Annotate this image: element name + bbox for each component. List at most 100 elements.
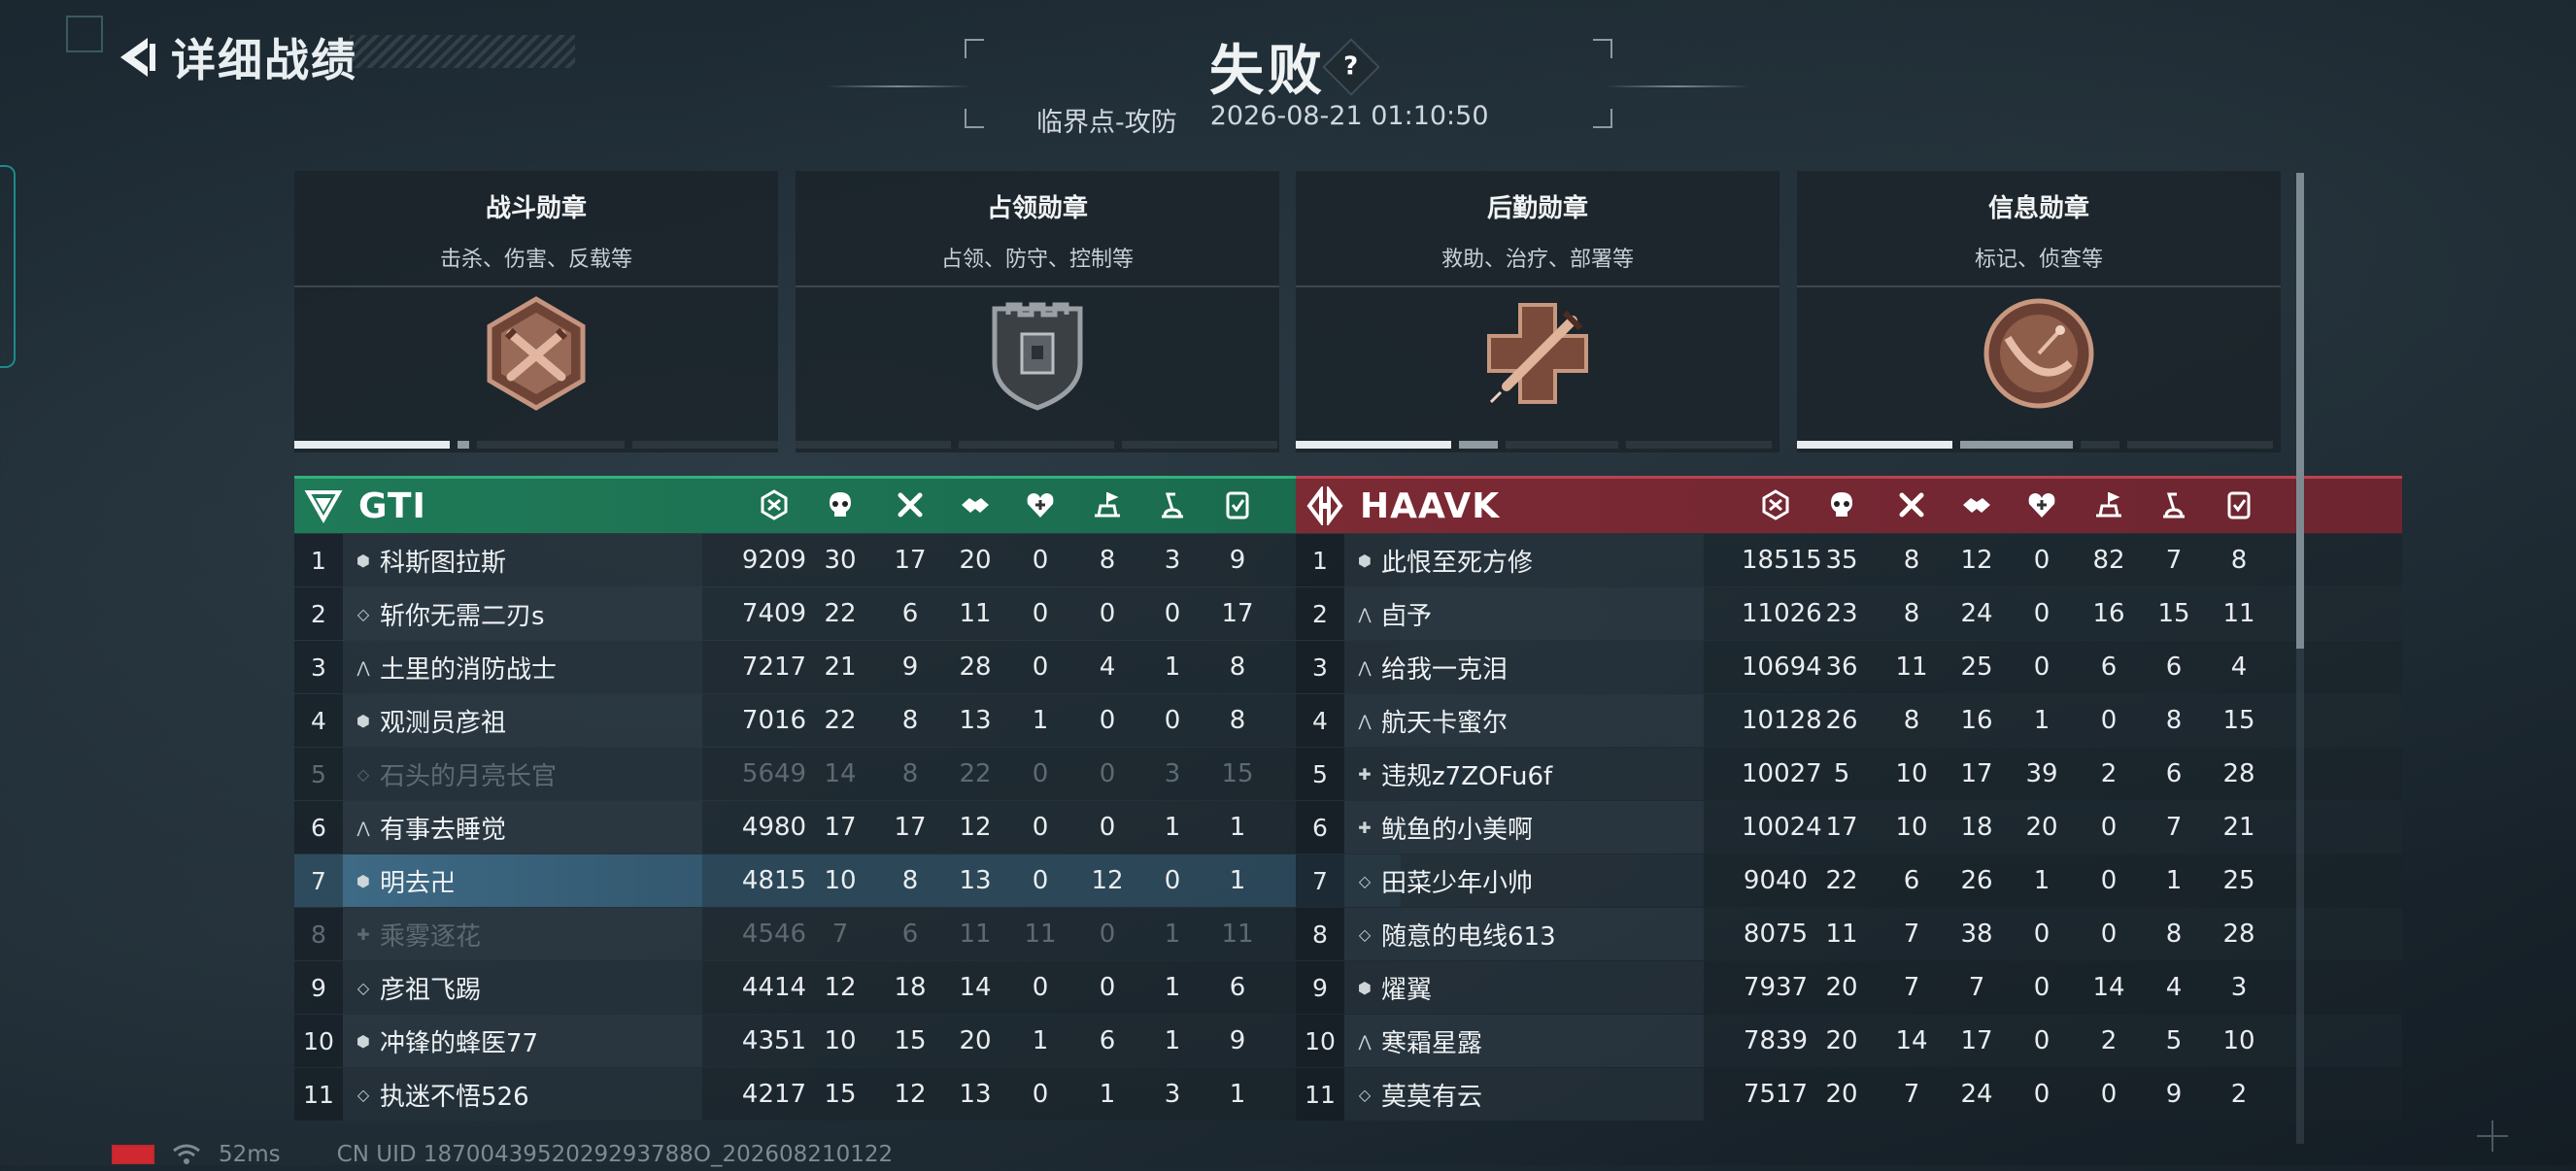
status-footer: 52ms CN UID 1870043952029293788O_2026082… <box>112 1138 893 1171</box>
stat-value: 1 <box>1164 813 1181 842</box>
fortress-shield-icon <box>992 302 1083 411</box>
player-name: 给我一克泪 <box>1381 654 1508 685</box>
title-stripe-decoration <box>350 35 575 68</box>
stat-value: 1 <box>1032 1026 1049 1055</box>
medal-card-logistics[interactable]: 后勤勋章 救助、治疗、部署等 <box>1296 171 1779 452</box>
stat-value: 1 <box>1229 813 1246 842</box>
player-row[interactable]: 2 ⋀ 卣予 11026 23 8 24 0 16 15 11 <box>1296 587 2402 640</box>
player-name: 石头的月亮长官 <box>380 761 558 791</box>
stat-value: 11 <box>959 920 992 949</box>
stat-value: 20 <box>959 1026 992 1055</box>
class-icon: ⬢ <box>1358 978 1372 997</box>
player-name: 科斯图拉斯 <box>380 548 507 578</box>
scrollbar[interactable] <box>2296 173 2304 1144</box>
player-row[interactable]: 7 ◇ 田菜少年小帅 9040 22 6 26 1 0 1 25 <box>1296 854 2402 907</box>
kills-icon <box>830 492 851 517</box>
back-button[interactable]: 详细战绩 <box>115 25 357 89</box>
player-row[interactable]: 11 ◇ 莫莫有云 7517 20 7 24 0 0 9 2 <box>1296 1068 2402 1121</box>
stat-value: 0 <box>1032 652 1049 682</box>
medal-progress <box>1797 441 2281 451</box>
player-row[interactable]: 9 ⬢ 燿翼 7937 20 7 7 0 14 4 3 <box>1296 961 2402 1014</box>
medal-desc: 救助、治疗、部署等 <box>1441 248 1634 272</box>
player-row[interactable]: 1 ⬢ 科斯图拉斯 9209 30 17 20 0 8 3 9 <box>294 534 1401 586</box>
stat-value: 0 <box>2033 1026 2051 1055</box>
player-row[interactable]: 10 ⋀ 寒霜星露 7839 20 14 17 0 2 5 10 <box>1296 1015 2402 1067</box>
triangle-v-logo-icon <box>304 490 343 524</box>
stat-value: 7409 <box>741 599 807 628</box>
stat-value: 20 <box>959 546 992 575</box>
player-row[interactable]: 6 ✚ 鱿鱼的小美啊 10024 17 10 18 20 0 7 21 <box>1296 801 2402 853</box>
player-row[interactable]: 3 ⋀ 土里的消防战士 7217 21 9 28 0 4 1 8 <box>294 641 1401 693</box>
player-name: 明去卍 <box>380 868 457 898</box>
player-name: 寒霜星露 <box>1381 1028 1483 1058</box>
stat-value: 7839 <box>1743 1026 1809 1055</box>
player-row[interactable]: 3 ⋀ 给我一克泪 10694 36 11 25 0 6 6 4 <box>1296 641 2402 693</box>
player-row[interactable]: 11 ◇ 执迷不悟526 4217 15 12 13 0 1 3 1 <box>294 1068 1401 1121</box>
team-panel-gti: GTI 1 ⬢ 科斯图拉斯 9209 30 17 20 0 8 3 9 2 ◇ 斩你无需二刃s 7409 22… <box>294 476 1401 1121</box>
player-row[interactable]: 5 ✚ 违规z7ZOFu6f 10027 5 10 17 39 2 6 28 <box>1296 748 2402 800</box>
player-row[interactable]: 10 ⬢ 冲锋的蜂医77 4351 10 15 20 1 6 1 9 <box>294 1015 1401 1067</box>
stat-value: 0 <box>1099 599 1116 628</box>
stat-value: 17 <box>1221 599 1254 628</box>
team-panel-haavk: HAAVK 1 ⬢ 此恨至死方修 18515 35 8 12 0 82 7 8 2 ⋀ 卣予 11026 23… <box>1296 476 2402 1121</box>
stat-value: 7 <box>831 920 849 949</box>
stat-value: 11 <box>1895 652 1928 682</box>
stat-value: 0 <box>2100 920 2118 949</box>
stat-value: 8 <box>1229 706 1246 735</box>
battery-icon <box>112 1145 154 1164</box>
scroll-thumb[interactable] <box>2296 173 2304 649</box>
player-row[interactable]: 2 ◇ 斩你无需二刃s 7409 22 6 11 0 0 0 17 <box>294 587 1401 640</box>
score-icon <box>1762 489 1789 520</box>
player-name: 观测员彦祖 <box>380 708 507 738</box>
class-icon: ⋀ <box>1358 657 1372 677</box>
player-row[interactable]: 6 ⋀ 有事去睡觉 4980 17 17 12 0 0 1 1 <box>294 801 1401 853</box>
player-row[interactable]: 4 ⋀ 航天卡蜜尔 10128 26 8 16 1 0 8 15 <box>1296 694 2402 747</box>
stat-value: 0 <box>2100 866 2118 895</box>
stat-value: 6 <box>1903 866 1920 895</box>
player-name-cell: ⬢ 此恨至死方修 <box>1344 534 1704 586</box>
stat-value: 11 <box>959 599 992 628</box>
back-arrow-icon <box>120 38 155 77</box>
player-row[interactable]: 8 ◇ 随意的电线613 8075 11 7 38 0 0 8 28 <box>1296 908 2402 960</box>
player-row[interactable]: 9 ◇ 彦祖飞踢 4414 12 18 14 0 0 1 6 <box>294 961 1401 1014</box>
stat-value: 1 <box>1164 652 1181 682</box>
player-name-cell: ⋀ 卣予 <box>1344 587 1704 640</box>
player-name-cell: ◇ 执迷不悟526 <box>343 1068 702 1121</box>
player-name-cell: ⬢ 冲锋的蜂医77 <box>343 1015 702 1067</box>
stat-value: 8 <box>1099 546 1116 575</box>
stat-value: 7517 <box>1743 1080 1809 1109</box>
medal-card-capture[interactable]: 占领勋章 占领、防守、控制等 <box>796 171 1279 452</box>
player-row[interactable]: 7 ⬢ 明去卍 4815 10 8 13 0 12 0 1 <box>294 854 1401 907</box>
stat-value: 1 <box>1229 866 1246 895</box>
stat-value: 21 <box>824 652 857 682</box>
medal-card-intel[interactable]: 信息勋章 标记、侦查等 <box>1797 171 2281 452</box>
stat-value: 3 <box>1164 1080 1181 1109</box>
help-button[interactable]: ? <box>1322 38 1380 96</box>
stat-value: 22 <box>824 599 857 628</box>
player-row[interactable]: 1 ⬢ 此恨至死方修 18515 35 8 12 0 82 7 8 <box>1296 534 2402 586</box>
stat-value: 8 <box>901 759 919 788</box>
stat-value: 10024 <box>1742 813 1822 842</box>
player-row[interactable]: 4 ⬢ 观测员彦祖 7016 22 8 13 1 0 0 8 <box>294 694 1401 747</box>
stat-value: 18 <box>1960 813 1993 842</box>
player-row[interactable]: 8 ✚ 乘雾逐花 4546 7 6 11 11 0 1 11 <box>294 908 1401 960</box>
player-rank: 1 <box>1296 534 1344 586</box>
player-name: 乘雾逐花 <box>380 921 482 952</box>
player-rank: 9 <box>1296 961 1344 1014</box>
stat-value: 1 <box>1032 706 1049 735</box>
medal-progress <box>1296 441 1779 451</box>
stat-value: 0 <box>1099 973 1116 1002</box>
match-result: 失败 <box>1209 40 1326 103</box>
side-drawer-handle[interactable] <box>0 165 16 368</box>
class-icon: ✚ <box>356 924 370 944</box>
stat-value: 0 <box>1032 973 1049 1002</box>
medal-card-combat[interactable]: 战斗勋章 击杀、伤害、反载等 <box>294 171 778 452</box>
class-icon: ⬢ <box>356 871 370 890</box>
help-icon: ? <box>1343 52 1359 82</box>
player-name-cell: ◇ 随意的电线613 <box>1344 908 1704 960</box>
player-rank: 10 <box>1296 1015 1344 1067</box>
stat-value: 18 <box>894 973 927 1002</box>
player-row[interactable]: 5 ◇ 石头的月亮长官 5649 14 8 22 0 0 3 15 <box>294 748 1401 800</box>
stat-value: 14 <box>824 759 857 788</box>
stat-value: 9209 <box>741 546 807 575</box>
